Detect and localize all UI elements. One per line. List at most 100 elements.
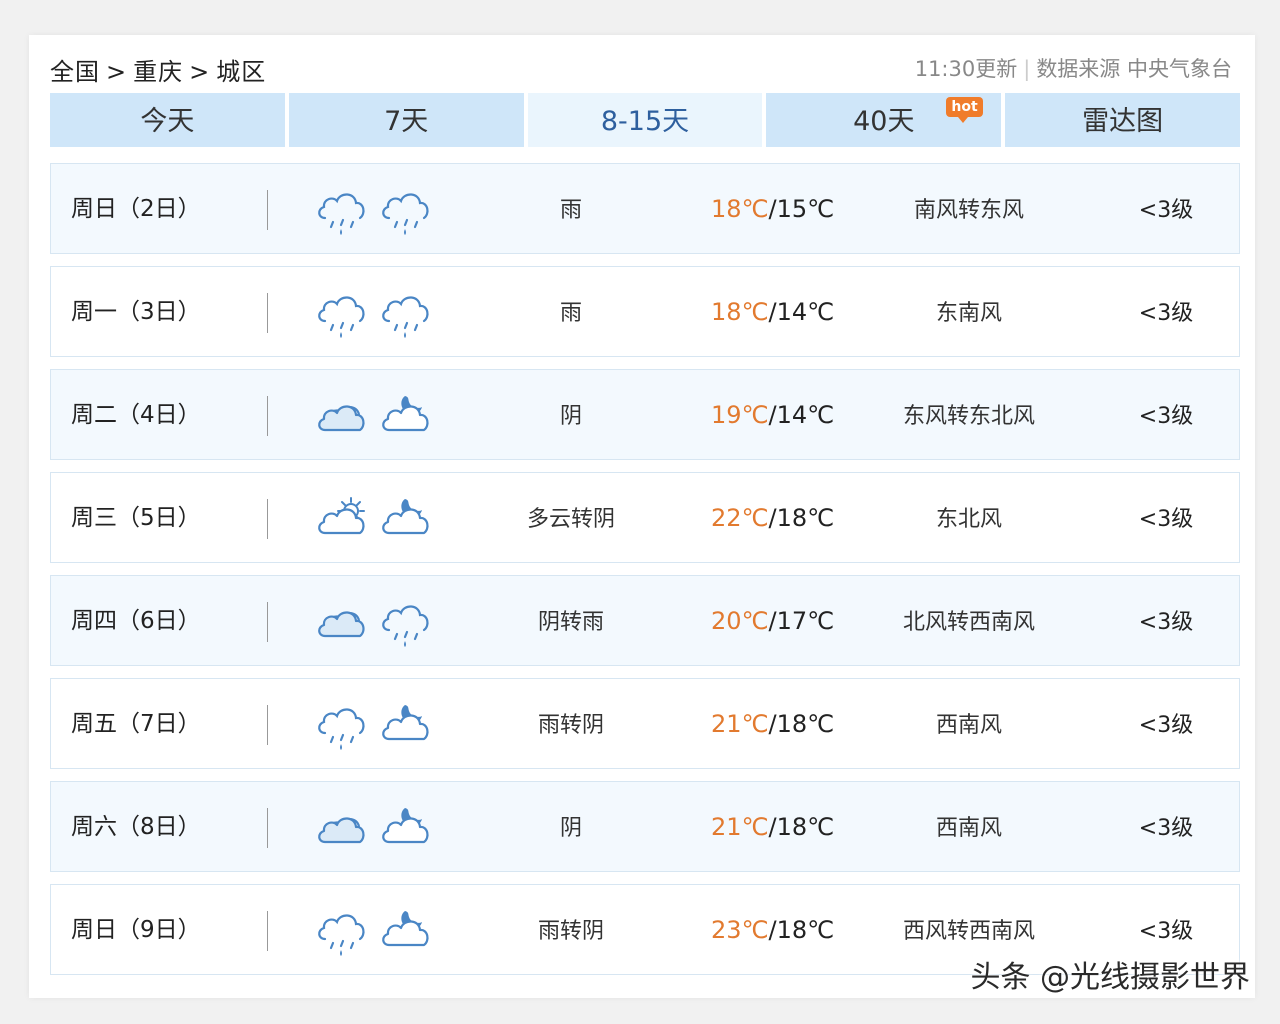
hot-badge: hot: [946, 97, 983, 123]
tab-label: 8-15天: [600, 106, 690, 137]
low-temp: /17℃: [768, 607, 835, 635]
forecast-tabs: 今天 7天 8-15天 40天 hot 雷达图: [50, 93, 1240, 147]
tab-radar[interactable]: 雷达图: [1005, 93, 1240, 147]
overcast-icon: [315, 596, 369, 648]
tab-label: 7天: [384, 106, 429, 137]
divider: [267, 705, 268, 745]
high-temp: 22℃: [711, 504, 769, 532]
temperature: 20℃/17℃: [711, 576, 834, 667]
divider: [267, 602, 268, 642]
rain-cloud-icon: [315, 287, 369, 339]
wind-direction: 西南风: [935, 713, 1002, 738]
day-label: 周五（7日）: [71, 711, 201, 737]
day-label: 周六（8日）: [71, 814, 201, 840]
high-temp: 19℃: [711, 401, 769, 429]
tab-7-days[interactable]: 7天: [288, 93, 524, 147]
low-temp: /18℃: [768, 504, 835, 532]
wind-direction: 南风转东风: [913, 198, 1024, 223]
day-label: 周二（4日）: [71, 402, 201, 428]
data-source: 数据来源 中央气象台: [1036, 57, 1232, 81]
tab-40-days[interactable]: 40天 hot: [766, 93, 1002, 147]
forecast-row: 周二（4日） 阴 19℃/14℃ 东风转东北风 <3级: [50, 369, 1240, 460]
day-label: 周日（2日）: [71, 196, 201, 222]
day-label: 周三（5日）: [71, 505, 201, 531]
breadcrumb-city-link[interactable]: 重庆: [133, 52, 183, 87]
forecast-row: 周日（2日） 雨 18℃/15℃ 南风转东风 <3级: [50, 163, 1240, 254]
low-temp: /18℃: [768, 916, 835, 944]
cloudy-night-icon: [379, 699, 433, 751]
day-label: 周一（3日）: [71, 299, 201, 325]
rain-cloud-icon: [379, 184, 433, 236]
divider: [267, 293, 268, 333]
day-label: 周四（6日）: [71, 608, 201, 634]
low-temp: /14℃: [768, 401, 835, 429]
tab-8-15-days[interactable]: 8-15天: [527, 93, 763, 147]
tab-label: 今天: [140, 106, 195, 137]
cloudy-night-icon: [379, 493, 433, 545]
divider: [267, 808, 268, 848]
wind-level: <3级: [1138, 816, 1194, 841]
wind-level: <3级: [1138, 301, 1194, 326]
cloudy-night-icon: [379, 390, 433, 442]
forecast-row: 周四（6日） 阴转雨 20℃/17℃ 北风转西南风 <3级: [50, 575, 1240, 666]
temperature: 21℃/18℃: [711, 679, 834, 770]
update-info: 11:30更新 | 数据来源 中央气象台: [915, 53, 1232, 83]
weather-description: 多云转阴: [526, 507, 615, 532]
rain-cloud-icon: [379, 287, 433, 339]
weather-description: 阴: [559, 404, 582, 429]
wind-direction: 东北风: [935, 507, 1002, 532]
low-temp: /18℃: [768, 710, 835, 738]
high-temp: 20℃: [711, 607, 769, 635]
breadcrumb-district: 城区: [216, 58, 267, 86]
low-temp: /18℃: [768, 813, 835, 841]
breadcrumb-country-link[interactable]: 全国: [50, 52, 100, 87]
high-temp: 23℃: [711, 916, 769, 944]
wind-level: <3级: [1138, 610, 1194, 635]
day-label: 周日（9日）: [71, 917, 201, 943]
weather-description: 雨转阴: [537, 919, 604, 944]
high-temp: 18℃: [711, 195, 769, 223]
update-time: 11:30更新: [914, 57, 1018, 81]
divider: [267, 499, 268, 539]
low-temp: /15℃: [768, 195, 835, 223]
wind-direction: 东风转东北风: [902, 404, 1035, 429]
wind-level: <3级: [1138, 713, 1194, 738]
overcast-icon: [315, 390, 369, 442]
cloudy-night-icon: [379, 802, 433, 854]
rain-cloud-icon: [379, 596, 433, 648]
rain-cloud-icon: [315, 184, 369, 236]
top-bar: 全国 > 重庆 > 城区 11:30更新 | 数据来源 中央气象台: [50, 50, 1240, 90]
forecast-row: 周一（3日） 雨 18℃/14℃ 东南风 <3级: [50, 266, 1240, 357]
rain-cloud-icon: [315, 905, 369, 957]
divider: [267, 190, 268, 230]
temperature: 18℃/14℃: [711, 267, 834, 358]
high-temp: 21℃: [711, 710, 769, 738]
temperature: 22℃/18℃: [711, 473, 834, 564]
low-temp: /14℃: [768, 298, 835, 326]
wind-direction: 西南风: [935, 816, 1002, 841]
divider: |: [1023, 57, 1031, 81]
forecast-list: 周日（2日） 雨 18℃/15℃ 南风转东风 <3级 周一（3日） 雨 18℃/…: [50, 163, 1240, 987]
watermark: 头条 @光线摄影世界: [970, 960, 1250, 995]
breadcrumb: 全国 > 重庆 > 城区: [50, 52, 266, 87]
rain-cloud-icon: [315, 699, 369, 751]
breadcrumb-separator: >: [106, 58, 128, 86]
temperature: 18℃/15℃: [711, 164, 834, 255]
tab-label: 40天: [853, 106, 915, 137]
forecast-row: 周三（5日） 多云转阴 22℃/18℃ 东北风 <3级: [50, 472, 1240, 563]
tab-label: 雷达图: [1082, 106, 1164, 137]
weather-description: 雨: [559, 301, 582, 326]
wind-level: <3级: [1138, 507, 1194, 532]
temperature: 23℃/18℃: [711, 885, 834, 976]
wind-level: <3级: [1138, 198, 1194, 223]
divider: [267, 911, 268, 951]
cloudy-night-icon: [379, 905, 433, 957]
wind-direction: 北风转西南风: [902, 610, 1035, 635]
wind-level: <3级: [1138, 404, 1194, 429]
forecast-row: 周五（7日） 雨转阴 21℃/18℃ 西南风 <3级: [50, 678, 1240, 769]
weather-description: 阴: [559, 816, 582, 841]
weather-description: 雨: [559, 198, 582, 223]
temperature: 21℃/18℃: [711, 782, 834, 873]
tab-today[interactable]: 今天: [50, 93, 285, 147]
breadcrumb-separator: >: [189, 58, 211, 86]
